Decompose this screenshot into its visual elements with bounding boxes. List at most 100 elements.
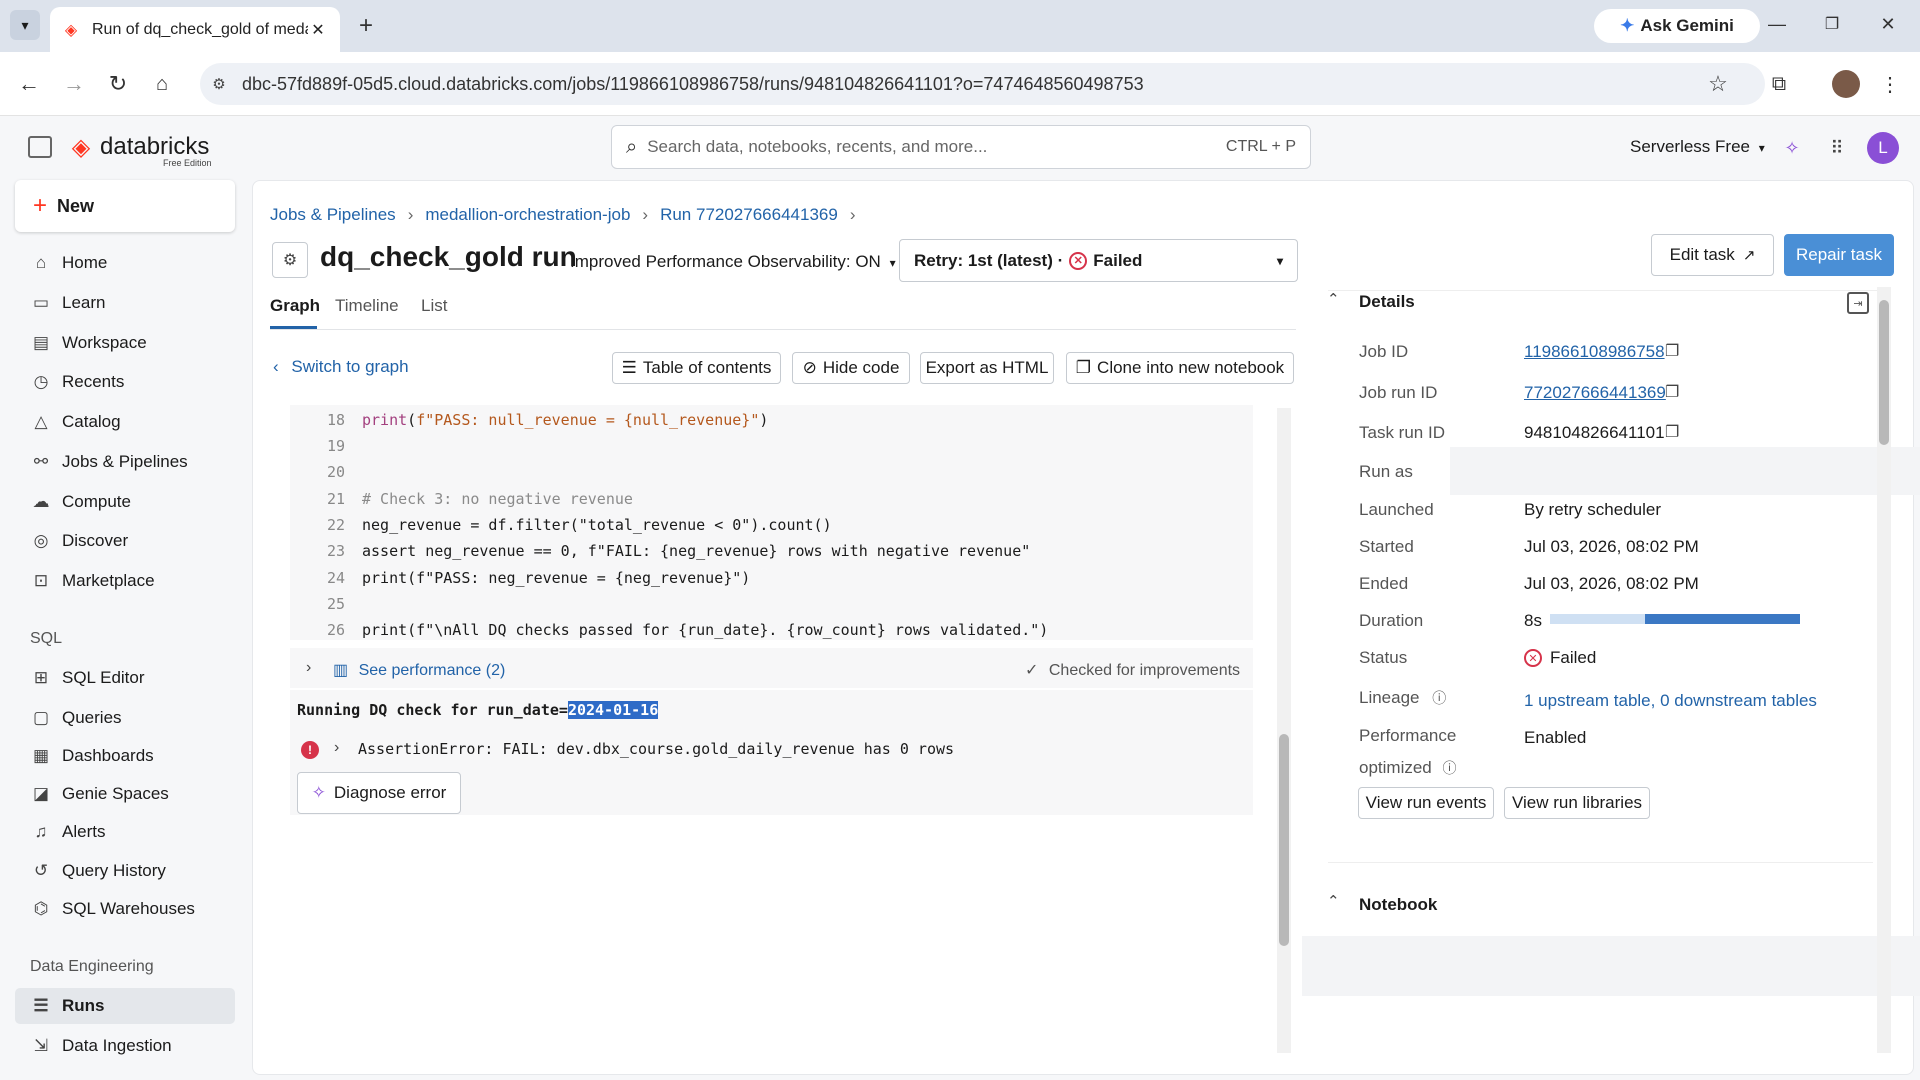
see-performance-link[interactable]: ▥ See performance (2) [333,660,505,680]
sidebar-item-label: SQL Warehouses [62,899,195,918]
warehouse-icon: ⌬ [33,899,49,918]
sidebar-item-data-ingestion[interactable]: ⇲ Data Ingestion [15,1028,235,1064]
hide-code-button[interactable]: ⊘ Hide code [792,352,910,384]
retry-selector[interactable]: Retry: 1st (latest) · ✕ Failed ▾ [899,239,1298,282]
copy-icon[interactable]: ❐ [1665,382,1679,402]
breadcrumb-run[interactable]: Run 772027666441369 [660,205,838,225]
assistant-sparkle-icon[interactable]: ✧ [1780,136,1804,160]
close-tab-icon[interactable]: ✕ [308,20,328,40]
sidebar-item-discover[interactable]: ◎ Discover [15,523,235,559]
edit-task-label: Edit task [1669,245,1735,264]
repair-task-button[interactable]: Repair task [1784,234,1894,276]
page-title: dq_check_gold run [320,241,577,272]
expand-error-chevron-icon[interactable]: › [334,739,339,757]
diagnose-error-button[interactable]: ✧ Diagnose error [297,772,461,814]
output-running-prefix: Running DQ check for run_date= [297,701,568,719]
line-number: 25 [326,595,345,613]
new-button[interactable]: + New [15,180,235,232]
tab-timeline[interactable]: Timeline [335,296,399,316]
sidebar-item-marketplace[interactable]: ⊡ Marketplace [15,563,235,599]
restore-window-icon[interactable]: ❐ [1820,12,1844,36]
switch-to-graph-link[interactable]: ‹ Switch to graph [273,357,409,377]
duration-bar-fill [1550,614,1645,624]
clone-notebook-button[interactable]: ❐ Clone into new notebook [1066,352,1294,384]
run-as-redacted [1450,447,1920,495]
address-bar[interactable]: dbc-57fd889f-05d5.cloud.databricks.com/j… [200,63,1765,105]
external-link-icon: ↗ [1742,247,1756,264]
home-page-icon[interactable]: ⌂ [148,70,176,98]
reload-icon[interactable]: ↻ [104,70,132,98]
task-run-id-value: 948104826641101 [1524,423,1665,442]
sidebar-item-workspace[interactable]: ▤ Workspace [15,325,235,361]
edit-task-button[interactable]: Edit task ↗ [1651,234,1774,276]
browser-tab[interactable]: ◈ Run of dq_check_gold of meda ✕ [50,7,340,52]
main-scrollbar-thumb[interactable] [1279,734,1289,946]
sidebar-item-label: Dashboards [62,746,154,765]
cloud-icon: ☁ [32,492,50,511]
view-run-events-button[interactable]: View run events [1358,787,1494,819]
sidebar-item-dashboards[interactable]: ▦ Dashboards [15,738,235,774]
brand-name[interactable]: databricks [100,133,209,161]
workspace-selector[interactable]: Serverless Free ▾ [1630,137,1765,157]
sidebar-item-sql-warehouses[interactable]: ⌬ SQL Warehouses [15,891,235,927]
job-run-id-link[interactable]: 772027666441369 [1524,383,1666,403]
performance-observability-toggle[interactable]: Improved Performance Observability: ON ▾ [570,252,896,272]
global-search-input[interactable]: ⌕ Search data, notebooks, recents, and m… [611,125,1311,169]
sidebar-item-recents[interactable]: ◷ Recents [15,364,235,400]
new-tab-icon[interactable]: + [352,12,380,40]
copy-icon[interactable]: ❐ [1665,422,1679,442]
tab-graph-label: Graph [270,296,321,315]
extensions-icon[interactable]: ⧉ [1765,70,1793,98]
browser-profile-avatar[interactable] [1832,70,1860,98]
details-divider [1328,290,1888,291]
sidebar-item-catalog[interactable]: △ Catalog [15,404,235,440]
expand-panel-icon[interactable]: ⇥ [1847,292,1869,314]
minimize-window-icon[interactable]: — [1765,12,1789,36]
back-arrow-icon[interactable]: ← [15,70,43,98]
editor-icon: ⊞ [33,668,49,687]
table-of-contents-button[interactable]: ☰ Table of contents [612,352,781,384]
notebook-divider [1328,862,1873,863]
databricks-logo-icon[interactable]: ◈ [68,134,94,161]
sidebar-item-runs[interactable]: ☰ Runs [15,988,235,1024]
export-html-button[interactable]: Export as HTML [920,352,1054,384]
search-shortcut: CTRL + P [1225,138,1296,155]
bookmark-star-icon[interactable]: ☆ [1704,70,1732,98]
sidebar-item-compute[interactable]: ☁ Compute [15,484,235,520]
new-label: New [57,195,95,216]
code-cell[interactable]: 18 print(f"PASS: null_revenue = {null_re… [290,405,1253,640]
sidebar-item-queries[interactable]: ▢ Queries [15,700,235,736]
lineage-link[interactable]: 1 upstream table, 0 downstream tables [1524,691,1817,711]
ask-gemini-button[interactable]: ✦ Ask Gemini [1594,9,1760,43]
details-scrollbar-thumb[interactable] [1879,300,1889,445]
sidebar-item-jobs-pipelines[interactable]: ⚯ Jobs & Pipelines [15,444,235,480]
sidebar-item-learn[interactable]: ▭ Learn [15,285,235,321]
browser-menu-icon[interactable]: ⋮ [1880,70,1900,98]
sidebar-item-query-history[interactable]: ↺ Query History [15,853,235,889]
tab-list[interactable]: List [421,296,447,316]
forward-arrow-icon[interactable]: → [60,70,88,98]
user-avatar[interactable]: L [1867,132,1899,164]
view-run-libraries-button[interactable]: View run libraries [1504,787,1650,819]
close-window-icon[interactable]: ✕ [1876,12,1900,36]
tab-list-chevron-icon[interactable]: ▾ [10,10,40,40]
site-info-icon[interactable]: ⚙ [208,73,230,95]
main-scrollbar[interactable] [1277,408,1291,1053]
breadcrumb-jobs-pipelines[interactable]: Jobs & Pipelines [270,205,396,225]
copy-icon[interactable]: ❐ [1665,341,1679,361]
collapse-details-icon[interactable]: ⌃ [1327,290,1340,308]
sidebar-item-genie-spaces[interactable]: ◪ Genie Spaces [15,776,235,812]
expand-chevron-icon[interactable]: › [306,659,311,677]
info-icon[interactable]: ⓘ [1443,760,1457,776]
runs-icon: ☰ [33,996,49,1015]
tab-graph[interactable]: Graph [270,296,320,316]
breadcrumb-job[interactable]: medallion-orchestration-job [425,205,630,225]
sidebar-toggle-icon[interactable] [28,136,52,158]
job-id-link[interactable]: 119866108986758 [1524,342,1665,362]
sidebar-item-alerts[interactable]: ♫ Alerts [15,814,235,850]
collapse-notebook-icon[interactable]: ⌃ [1327,892,1340,910]
sidebar-item-sql-editor[interactable]: ⊞ SQL Editor [15,660,235,696]
sidebar-item-home[interactable]: ⌂ Home [15,245,235,281]
apps-grid-icon[interactable]: ⠿ [1825,136,1849,160]
info-icon[interactable]: ⓘ [1432,690,1446,706]
